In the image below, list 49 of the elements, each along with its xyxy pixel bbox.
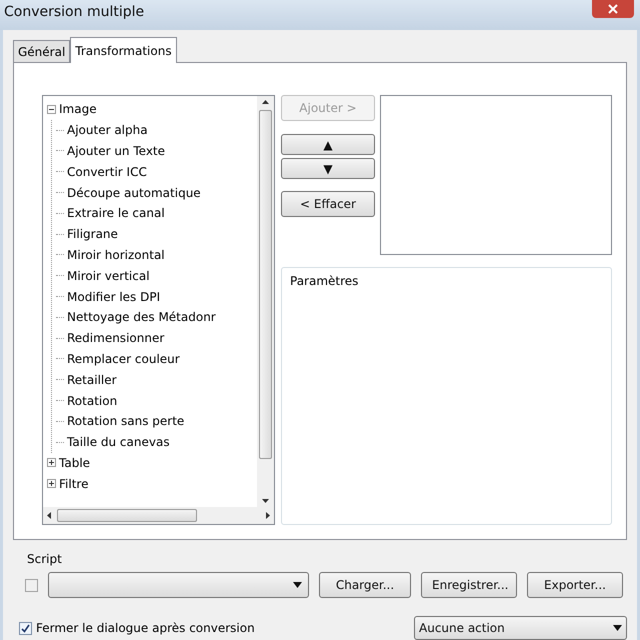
script-action-button[interactable]: Enregistrer... <box>421 572 517 598</box>
horizontal-scrollbar[interactable] <box>43 507 274 524</box>
scroll-up-icon[interactable] <box>262 100 269 104</box>
tree-item[interactable]: Nettoyage des Métadonr <box>67 308 216 326</box>
tree-item[interactable]: Miroir horizontal <box>67 246 165 264</box>
tree-item[interactable]: Remplacer couleur <box>67 350 180 368</box>
close-icon <box>608 4 618 14</box>
tree-item[interactable]: Taille du canevas <box>67 433 170 452</box>
tree-item[interactable]: Ajouter un Texte <box>67 142 166 160</box>
clear-button[interactable]: < Effacer <box>281 191 375 217</box>
checkbox[interactable] <box>25 578 38 592</box>
tree-item[interactable]: Rotation sans perte <box>67 412 184 430</box>
checkbox-label: Fermer le dialogue après conversion <box>36 620 255 637</box>
tree-item[interactable]: Table <box>59 454 90 472</box>
group-title: Paramètres <box>290 274 358 288</box>
tree-item[interactable]: Découpe automatique <box>67 184 201 202</box>
tree-item[interactable]: Retailler <box>67 370 117 389</box>
script-dropdown[interactable] <box>48 572 309 598</box>
script-action-button[interactable]: Charger... <box>319 572 411 598</box>
transformations-list[interactable] <box>380 95 612 255</box>
scroll-right-icon[interactable] <box>266 512 270 519</box>
move-up-button[interactable]: ▲ <box>281 134 375 155</box>
tree-item[interactable]: Rotation <box>67 392 118 410</box>
dropdown-caret-icon <box>293 582 302 588</box>
tree-item[interactable]: Filtre <box>59 474 88 493</box>
tree-item[interactable]: Extraire le canal <box>67 204 165 222</box>
move-down-button[interactable]: ▼ <box>281 158 375 179</box>
dropdown-caret-icon <box>613 625 622 631</box>
vertical-scrollbar[interactable] <box>257 96 274 507</box>
tree-item[interactable]: Ajouter alpha <box>67 121 148 140</box>
tree-item[interactable]: Filigrane <box>67 225 118 244</box>
window-title: Conversion multiple <box>4 3 144 22</box>
scroll-down-icon[interactable] <box>262 499 269 503</box>
tree-item[interactable]: Modifier les DPI <box>67 288 160 306</box>
tab[interactable]: Général <box>13 40 70 62</box>
expand-icon[interactable] <box>47 458 56 468</box>
script-action-button[interactable]: Exporter... <box>527 572 623 598</box>
tree-item[interactable]: Image <box>59 100 97 118</box>
script-label: Script <box>27 552 62 566</box>
checkbox[interactable] <box>19 622 32 634</box>
scroll-left-icon[interactable] <box>47 512 51 519</box>
tab[interactable]: Transformations <box>70 37 177 63</box>
expand-icon[interactable] <box>47 479 56 488</box>
tree-item[interactable]: Convertir ICC <box>67 162 147 181</box>
collapse-icon[interactable] <box>47 104 56 114</box>
action-dropdown[interactable]: Aucune action <box>414 616 627 640</box>
tree-item[interactable]: Redimensionner <box>67 329 164 348</box>
close-button[interactable] <box>592 0 634 18</box>
tree-item[interactable]: Miroir vertical <box>67 266 150 285</box>
